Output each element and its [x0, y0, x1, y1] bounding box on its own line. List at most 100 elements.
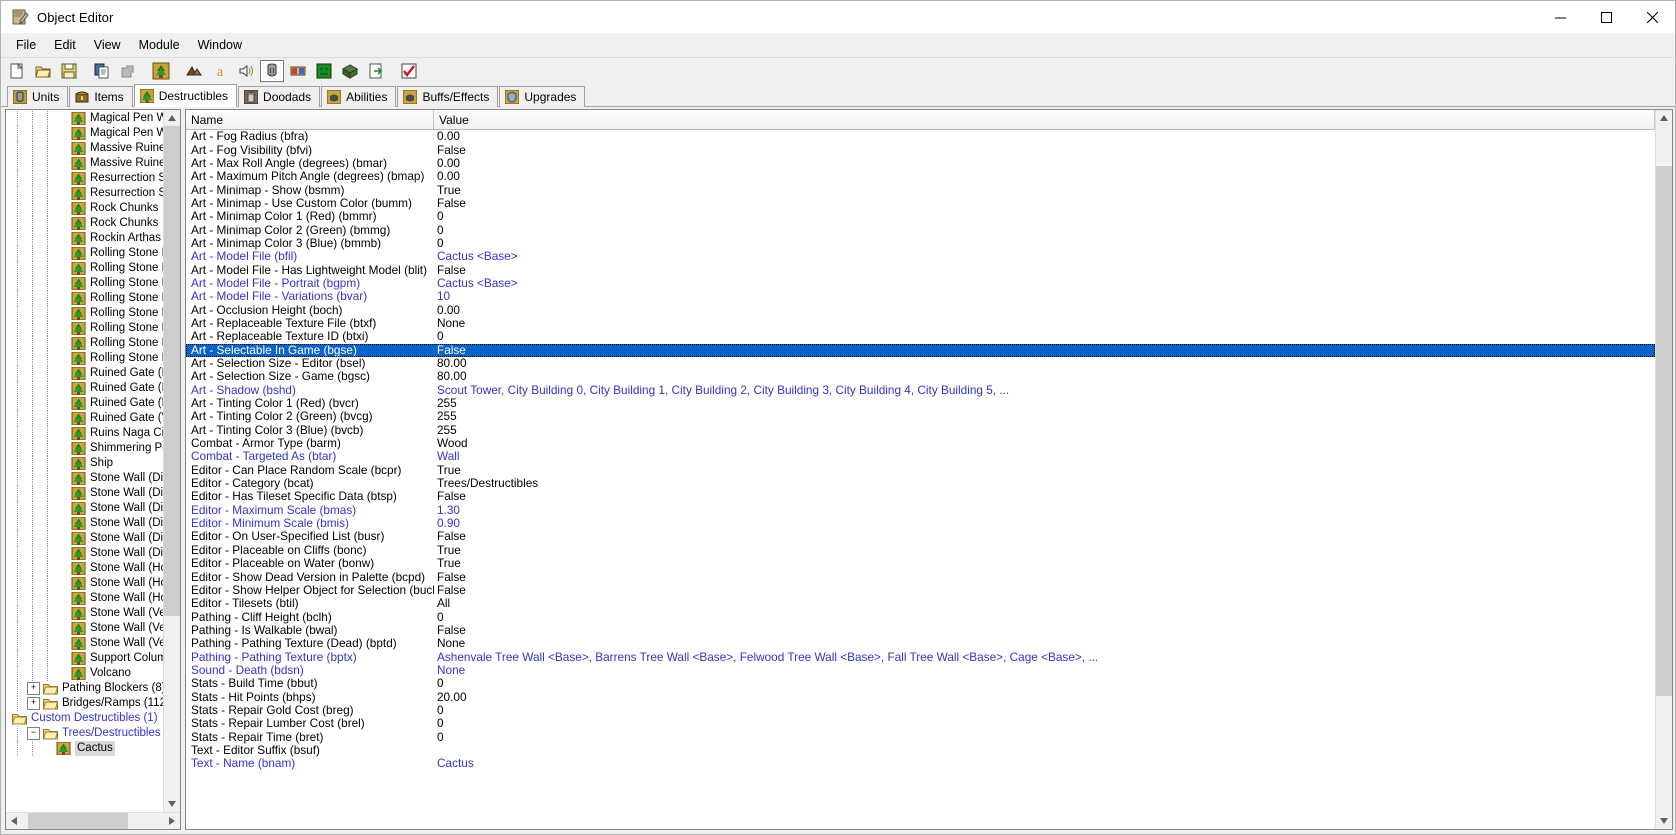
scroll-left-arrow[interactable] [6, 813, 22, 829]
property-row[interactable]: Art - Minimap Color 1 (Red) (bmmr) 0 [186, 210, 1655, 223]
scroll-up-arrow[interactable] [1656, 110, 1672, 126]
property-row[interactable]: Combat - Armor Type (barm) Wood [186, 437, 1655, 450]
scroll-down-arrow[interactable] [164, 796, 180, 812]
property-row[interactable]: Art - Model File (bfil) Cactus <Base> [186, 250, 1655, 263]
tab-destructibles[interactable]: Destructibles [133, 84, 238, 107]
property-scroll-track[interactable] [1656, 126, 1672, 813]
tree-hscroll-thumb[interactable] [28, 813, 128, 829]
tree-leaf-item[interactable]: Cactus [6, 741, 163, 756]
tree-leaf-item[interactable]: Rolling Stone Door (V [6, 351, 163, 366]
property-row[interactable]: Art - Tinting Color 1 (Red) (bvcr) 255 [186, 397, 1655, 410]
tree-folder-item[interactable]: Custom Destructibles (1) [6, 711, 163, 726]
tree-leaf-item[interactable]: Resurrection Stone [6, 171, 163, 186]
tree-hscroll-track[interactable] [22, 813, 164, 829]
property-row[interactable]: Stats - Repair Time (bret) 0 [186, 730, 1655, 744]
tree-leaf-item[interactable]: Stone Wall (Diagonal [6, 501, 163, 516]
property-vertical-scrollbar[interactable] [1655, 110, 1672, 829]
expand-icon[interactable]: + [27, 682, 40, 695]
tree-leaf-item[interactable]: Rolling Stone Door (V [6, 321, 163, 336]
menu-edit[interactable]: Edit [45, 35, 85, 55]
property-row[interactable]: Art - Tinting Color 2 (Green) (bvcg) 255 [186, 410, 1655, 423]
property-row[interactable]: Stats - Hit Points (bhps) 20.00 [186, 690, 1655, 704]
tree-leaf-item[interactable]: Stone Wall (Horizonta [6, 561, 163, 576]
property-row[interactable]: Art - Selectable In Game (bgse) False [186, 343, 1655, 357]
property-row[interactable]: Stats - Repair Gold Cost (breg) 0 [186, 704, 1655, 717]
tree-leaf-item[interactable]: Stone Wall (Diagonal [6, 486, 163, 501]
property-row[interactable]: Editor - Can Place Random Scale (bcpr) Tr… [186, 464, 1655, 477]
maximize-button[interactable] [1583, 1, 1629, 33]
tree-leaf-item[interactable]: Stone Wall (Horizonta [6, 576, 163, 591]
property-row[interactable]: Editor - Category (bcat) Trees/Destructib… [186, 477, 1655, 490]
sound-editor-button[interactable] [234, 60, 258, 82]
menu-view[interactable]: View [85, 35, 130, 55]
tree-leaf-item[interactable]: Stone Wall (Diagonal [6, 516, 163, 531]
property-row[interactable]: Art - Shadow (bshd) Scout Tower, City Bui… [186, 384, 1655, 397]
menu-window[interactable]: Window [189, 35, 251, 55]
tree-leaf-item[interactable]: Rock Chunks [6, 216, 163, 231]
property-row[interactable]: Pathing - Is Walkable (bwal) False [186, 624, 1655, 637]
property-row[interactable]: Combat - Targeted As (btar) Wall [186, 450, 1655, 463]
terrain-palette-button[interactable] [182, 60, 206, 82]
tree-folder-item[interactable]: − Trees/Destructibles (1) [6, 726, 163, 741]
menu-file[interactable]: File [7, 35, 45, 55]
property-row[interactable]: Art - Occlusion Height (boch) 0.00 [186, 303, 1655, 317]
tree-vertical-scrollbar[interactable] [163, 110, 180, 812]
ai-editor-button[interactable] [312, 60, 336, 82]
property-row[interactable]: Editor - Maximum Scale (bmas) 1.30 [186, 504, 1655, 517]
property-row[interactable]: Art - Minimap - Use Custom Color (bumm) F… [186, 197, 1655, 210]
tree-leaf-item[interactable]: Stone Wall (Diagonal [6, 531, 163, 546]
tree-leaf-item[interactable]: Stone Wall (Vertical) [6, 606, 163, 621]
tab-doodads[interactable]: Doodads [238, 86, 321, 107]
property-rows[interactable]: Art - Fog Radius (bfra) 0.00 Art - Fog Vis… [186, 130, 1655, 829]
column-header-name[interactable]: Name [186, 110, 434, 129]
property-row[interactable]: Editor - Placeable on Cliffs (bonc) True [186, 544, 1655, 557]
tree-folder-item[interactable]: + Pathing Blockers (8) [6, 681, 163, 696]
property-row[interactable]: Art - Selection Size - Editor (bsel) 80.0… [186, 357, 1655, 370]
tree-leaf-item[interactable]: Stone Wall (Vertical) [6, 636, 163, 651]
property-row[interactable]: Art - Fog Visibility (bfvi) False [186, 143, 1655, 157]
minimize-button[interactable] [1537, 1, 1583, 33]
tree-leaf-item[interactable]: Massive Ruined Gate [6, 141, 163, 156]
property-row[interactable]: Editor - Has Tileset Specific Data (btsp… [186, 490, 1655, 503]
tab-units[interactable]: Units [7, 86, 69, 107]
save-file-button[interactable] [57, 60, 81, 82]
tree-leaf-item[interactable]: Magical Pen Wall [6, 111, 163, 126]
tree-scroll-track[interactable] [164, 126, 180, 796]
open-folder-button[interactable] [31, 60, 55, 82]
property-row[interactable]: Art - Model File - Portrait (bgpm) Cactus… [186, 277, 1655, 290]
property-row[interactable]: Art - Selection Size - Game (bgsc) 80.00 [186, 370, 1655, 383]
property-row[interactable]: Editor - Show Dead Version in Palette (b… [186, 570, 1655, 584]
tree-leaf-item[interactable]: Ruined Gate (Diagona [6, 366, 163, 381]
campaign-editor-button[interactable] [286, 60, 310, 82]
object-tree[interactable]: Magical Pen Wall Magical Pen Wall (An Mass… [6, 110, 163, 812]
scroll-up-arrow[interactable] [164, 110, 180, 126]
test-map-button[interactable] [397, 60, 421, 82]
tree-scroll-thumb[interactable] [164, 126, 180, 616]
property-row[interactable]: Art - Replaceable Texture File (btxf) Non… [186, 317, 1655, 330]
tree-leaf-item[interactable]: Ruined Gate (Diagona [6, 381, 163, 396]
scroll-right-arrow[interactable] [164, 813, 180, 829]
tab-items[interactable]: Items [69, 86, 133, 107]
property-row[interactable]: Pathing - Pathing Texture (bptx) Ashenval… [186, 650, 1655, 664]
property-row[interactable]: Text - Editor Suffix (bsuf) [186, 744, 1655, 757]
expand-icon[interactable]: + [27, 697, 40, 710]
import-manager-button[interactable] [364, 60, 388, 82]
property-row[interactable]: Editor - Show Helper Object for Selectio… [186, 584, 1655, 597]
tree-leaf-item[interactable]: Shimmering Portal [6, 441, 163, 456]
tree-leaf-item[interactable]: Ruined Gate (Horizon [6, 396, 163, 411]
property-row[interactable]: Art - Replaceable Texture ID (btxi) 0 [186, 330, 1655, 343]
tree-leaf-item[interactable]: Stone Wall (Vertical) [6, 621, 163, 636]
tree-leaf-item[interactable]: Stone Wall (Diagonal [6, 471, 163, 486]
property-row[interactable]: Stats - Build Time (bbut) 0 [186, 677, 1655, 690]
property-row[interactable]: Pathing - Pathing Texture (Dead) (bptd) N… [186, 637, 1655, 650]
property-row[interactable]: Editor - On User-Specified List (busr) Fa… [186, 530, 1655, 543]
property-row[interactable]: Editor - Minimum Scale (bmis) 0.90 [186, 517, 1655, 530]
tree-leaf-item[interactable]: Rolling Stone Door (H [6, 246, 163, 261]
terrain-editor-button[interactable] [149, 60, 173, 82]
new-file-button[interactable] [5, 60, 29, 82]
tree-leaf-item[interactable]: Rolling Stone Door (V [6, 306, 163, 321]
property-row[interactable]: Editor - Placeable on Water (bonw) True [186, 557, 1655, 570]
property-row[interactable]: Art - Tinting Color 3 (Blue) (bvcb) 255 [186, 424, 1655, 437]
scroll-down-arrow[interactable] [1656, 813, 1672, 829]
tree-leaf-item[interactable]: Rolling Stone Door (V [6, 336, 163, 351]
